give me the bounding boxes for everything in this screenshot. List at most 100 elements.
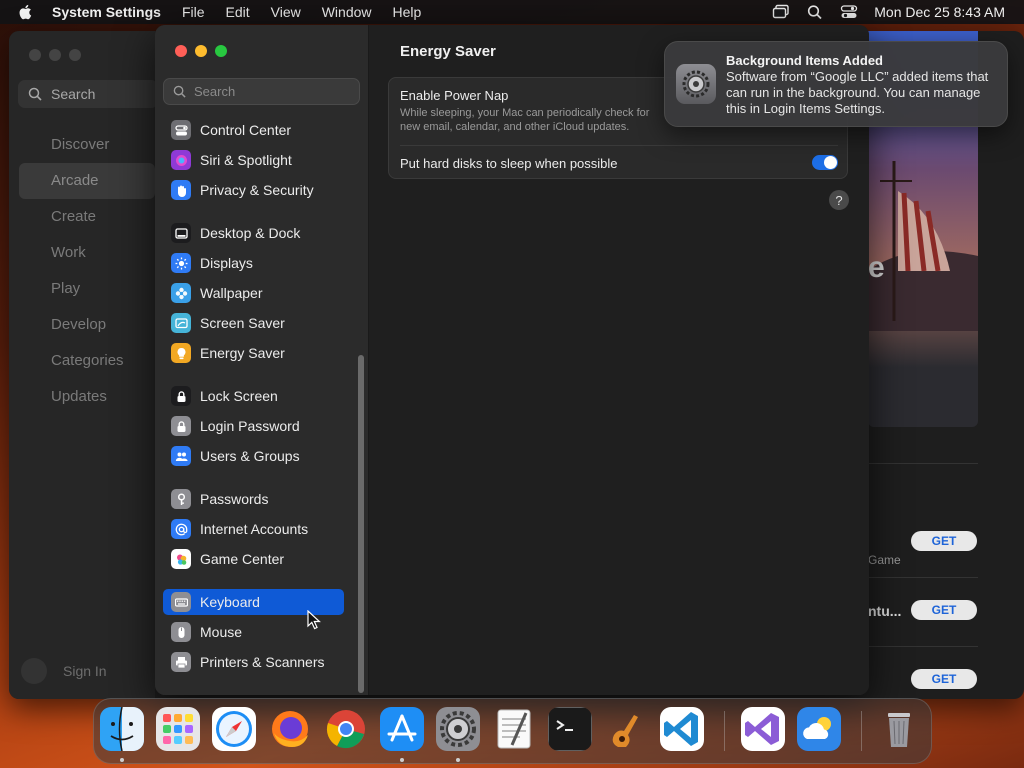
zoom-button[interactable]	[215, 45, 227, 57]
running-indicator	[400, 758, 404, 762]
sidebar-item-privacy-security[interactable]: Privacy & Security	[163, 177, 344, 203]
apple-icon[interactable]	[17, 3, 35, 21]
nav-categories[interactable]: Categories	[19, 343, 155, 379]
sign-in-button[interactable]: Sign In	[21, 658, 107, 684]
app-store-window-controls	[29, 49, 81, 61]
sidebar-item-internet-accounts[interactable]: Internet Accounts	[163, 516, 344, 542]
control-center-icon[interactable]	[840, 4, 858, 20]
sidebar-item-lock-screen[interactable]: Lock Screen	[163, 383, 344, 409]
dock-launchpad-icon[interactable]	[156, 707, 200, 751]
sidebar-item-label: Login Password	[200, 418, 300, 434]
disk-sleep-toggle[interactable]	[812, 155, 838, 170]
spotlight-icon[interactable]	[806, 4, 824, 20]
background-items-notification[interactable]: Background Items Added Software from “Go…	[664, 41, 1008, 127]
sidebar-item-label: Energy Saver	[200, 345, 285, 361]
running-indicator	[456, 758, 460, 762]
screen-mirroring-icon[interactable]	[772, 4, 790, 20]
control-center-icon	[171, 120, 191, 140]
sign-in-label: Sign In	[63, 663, 107, 679]
at-icon	[171, 519, 191, 539]
dock-icon	[171, 223, 191, 243]
app-store-search-field[interactable]: Search	[18, 80, 158, 108]
dock-vscode-icon[interactable]	[660, 707, 704, 751]
sidebar-item-printers-scanners[interactable]: Printers & Scanners	[163, 649, 344, 675]
sidebar-item-label: Mouse	[200, 624, 243, 640]
menu-app-name[interactable]: System Settings	[52, 4, 161, 20]
dock-garageband-icon[interactable]	[604, 707, 648, 751]
settings-search-field[interactable]: Search	[163, 78, 360, 105]
divider	[400, 145, 838, 146]
sidebar-item-screen-saver[interactable]: Screen Saver	[163, 310, 344, 336]
sidebar-item-passwords[interactable]: Passwords	[163, 486, 344, 512]
nav-play[interactable]: Play	[19, 271, 155, 307]
menu-view[interactable]: View	[271, 4, 301, 20]
nav-arcade[interactable]: Arcade	[19, 163, 155, 199]
sidebar-item-label: Wallpaper	[200, 285, 263, 301]
dock-app-store-icon[interactable]	[380, 707, 424, 751]
sidebar-item-label: Displays	[200, 255, 253, 271]
dock-safari-icon[interactable]	[212, 707, 256, 751]
minimize-button[interactable]	[195, 45, 207, 57]
get-button[interactable]: GET	[911, 669, 977, 689]
sidebar-scrollbar[interactable]	[358, 355, 364, 693]
sidebar-item-label: Screen Saver	[200, 315, 285, 331]
lock-icon	[171, 386, 191, 406]
divider	[868, 577, 978, 578]
hand-icon	[171, 180, 191, 200]
sidebar-item-label: Keyboard	[200, 594, 260, 610]
system-settings-gear-icon	[676, 64, 716, 104]
nav-updates[interactable]: Updates	[19, 379, 155, 415]
close-button[interactable]	[175, 45, 187, 57]
mouse-pointer-icon	[307, 610, 321, 630]
sidebar-item-desktop-dock[interactable]: Desktop & Dock	[163, 220, 344, 246]
sidebar-item-label: Game Center	[200, 551, 285, 567]
page-title: Energy Saver	[400, 43, 496, 60]
menu-window[interactable]: Window	[322, 4, 372, 20]
minimize-button[interactable]	[49, 49, 61, 61]
settings-sidebar-list: Control Center Siri & Spotlight Privacy & …	[163, 117, 363, 695]
dock-visual-studio-icon[interactable]	[741, 707, 785, 751]
dock-textedit-icon[interactable]	[492, 707, 536, 751]
nav-work[interactable]: Work	[19, 235, 155, 271]
sidebar-item-login-password[interactable]: Login Password	[163, 413, 344, 439]
sidebar-item-siri-spotlight[interactable]: Siri & Spotlight	[163, 147, 344, 173]
sidebar-item-wallpaper[interactable]: Wallpaper	[163, 280, 344, 306]
settings-search-placeholder: Search	[194, 84, 236, 99]
app-row-title[interactable]: ntu...	[868, 603, 901, 619]
nav-develop[interactable]: Develop	[19, 307, 155, 343]
sidebar-item-game-center[interactable]: Game Center	[163, 546, 344, 572]
dock-terminal-icon[interactable]	[548, 707, 592, 751]
zoom-button[interactable]	[69, 49, 81, 61]
disk-sleep-label: Put hard disks to sleep when possible	[400, 156, 618, 171]
help-button[interactable]: ?	[829, 190, 849, 210]
avatar	[21, 658, 47, 684]
toggle-knob	[824, 156, 837, 169]
app-row-caption: Game	[868, 553, 901, 567]
notification-title: Background Items Added	[726, 53, 883, 68]
nav-create[interactable]: Create	[19, 199, 155, 235]
sidebar-item-label: Users & Groups	[200, 448, 300, 464]
dock-system-settings-icon[interactable]	[436, 707, 480, 751]
menu-edit[interactable]: Edit	[226, 4, 250, 20]
menu-bar: System Settings File Edit View Window He…	[0, 0, 1024, 24]
dock-finder-icon[interactable]	[100, 707, 144, 751]
menu-file[interactable]: File	[182, 4, 205, 20]
menu-help[interactable]: Help	[393, 4, 422, 20]
notification-body: Software from “Google LLC” added items t…	[726, 69, 989, 116]
dock-chrome-icon[interactable]	[324, 707, 368, 751]
get-button[interactable]: GET	[911, 531, 977, 551]
close-button[interactable]	[29, 49, 41, 61]
lock-icon	[171, 416, 191, 436]
mouse-icon	[171, 622, 191, 642]
dock-weather-icon[interactable]	[797, 707, 841, 751]
sidebar-item-control-center[interactable]: Control Center	[163, 117, 344, 143]
dock-separator	[724, 711, 725, 751]
dock-trash-icon[interactable]	[877, 707, 921, 751]
sidebar-item-displays[interactable]: Displays	[163, 250, 344, 276]
get-button[interactable]: GET	[911, 600, 977, 620]
dock-firefox-icon[interactable]	[268, 707, 312, 751]
menu-clock[interactable]: Mon Dec 25 8:43 AM	[874, 4, 1005, 20]
nav-discover[interactable]: Discover	[19, 127, 155, 163]
sidebar-item-users-groups[interactable]: Users & Groups	[163, 443, 344, 469]
sidebar-item-energy-saver[interactable]: Energy Saver	[163, 340, 344, 366]
